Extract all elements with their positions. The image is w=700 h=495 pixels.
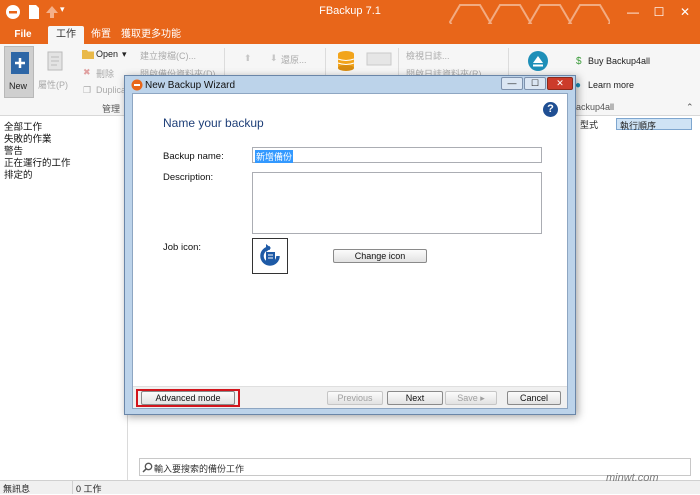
view-log-button[interactable]: 檢視日誌... — [406, 49, 450, 62]
tab-jobs[interactable]: 工作 — [48, 26, 84, 44]
advanced-mode-button[interactable]: Advanced mode — [141, 391, 235, 405]
database-icon — [337, 51, 355, 71]
watermark: minwt.com — [606, 472, 659, 484]
restore-icon: ⬇ — [270, 53, 278, 63]
open-folder-icon — [82, 50, 94, 59]
backup-name-value: 新增備份 — [255, 150, 294, 163]
dialog-footer: Advanced mode Previous Next Save ▸ Cance… — [133, 386, 567, 408]
backup-name-field[interactable]: 新增備份 — [252, 147, 542, 163]
help-icon[interactable]: ? — [543, 102, 558, 117]
create-catalog-button[interactable]: 建立搜檔(C)... — [140, 49, 196, 62]
buy-backup4all-button[interactable]: Buy Backup4all — [588, 56, 650, 66]
properties-icon — [47, 51, 63, 71]
dialog-heading: Name your backup — [163, 116, 264, 130]
search-input[interactable]: 輸入要搜索的備份工作 — [154, 462, 244, 475]
filter-scheduled[interactable]: 排定的 — [4, 167, 33, 181]
properties-button[interactable]: 屬性(P) — [38, 78, 68, 91]
cancel-button[interactable]: Cancel — [507, 391, 561, 405]
job-icon-label: Job icon: — [163, 242, 202, 253]
collapse-ribbon-icon[interactable]: ⌃ — [686, 102, 694, 113]
delete-button[interactable]: 刪除 — [96, 67, 114, 80]
description-label: Description: — [163, 172, 214, 183]
duplicate-icon: ❐ — [83, 85, 92, 95]
column-header-order[interactable]: 執行順序 — [616, 118, 692, 131]
dialog-minimize-button[interactable]: — — [501, 77, 523, 90]
backup-job-icon — [260, 244, 280, 266]
tab-file[interactable]: File — [6, 26, 40, 44]
backup4all-group-label: Backup4all — [570, 102, 615, 112]
job-icon-preview — [252, 238, 288, 274]
wizard-app-icon — [131, 79, 143, 91]
new-backup-button[interactable]: New — [4, 46, 34, 98]
maximize-button[interactable]: ☐ — [646, 2, 672, 22]
save-button[interactable]: Save ▸ — [445, 391, 497, 405]
new-backup-wizard-dialog: New Backup Wizard — ☐ ✕ Name your backup… — [124, 75, 576, 415]
window-title: FBackup 7.1 — [319, 5, 381, 17]
close-button[interactable]: ✕ — [672, 2, 698, 22]
backup4all-logo-icon — [528, 51, 548, 71]
ribbon-tabs: File 工作 佈置 獲取更多功能 — [0, 24, 700, 44]
change-icon-button[interactable]: Change icon — [333, 249, 427, 263]
previous-button[interactable]: Previous — [327, 391, 383, 405]
backup-drive-icon — [366, 52, 392, 66]
save-arrow-icon: ▸ — [480, 393, 485, 403]
open-dropdown-icon[interactable]: ▾ — [122, 49, 127, 60]
start-backup-icon: ⬆ — [244, 53, 252, 63]
job-filter-panel: 全部工作 失敗的作業 警告 正在運行的工作 排定的 — [0, 117, 128, 480]
buy-dollar-icon: $ — [576, 56, 582, 67]
status-divider — [72, 481, 73, 494]
minimize-button[interactable]: — — [620, 2, 646, 22]
status-job-count: 0 工作 — [76, 484, 102, 494]
backup-name-label: Backup name: — [163, 151, 224, 162]
manage-group-label: 管理 — [102, 104, 121, 114]
search-icon — [142, 462, 153, 473]
tab-layout[interactable]: 佈置 — [86, 26, 116, 44]
restore-button[interactable]: 還原... — [281, 53, 307, 66]
new-backup-icon — [11, 52, 29, 74]
dialog-maximize-button[interactable]: ☐ — [524, 77, 546, 90]
description-field[interactable] — [252, 172, 542, 234]
app-title-bar: ▾ FBackup 7.1 — ☐ ✕ — [0, 0, 700, 70]
next-button[interactable]: Next — [387, 391, 443, 405]
column-header-type[interactable]: 型式 — [580, 118, 610, 130]
open-button[interactable]: Open — [96, 49, 118, 59]
dialog-body: Name your backup ? Backup name: 新增備份 Des… — [132, 93, 568, 409]
dialog-close-button[interactable]: ✕ — [547, 77, 573, 90]
save-button-label: Save — [457, 393, 478, 403]
delete-icon: ✖ — [83, 67, 91, 77]
duplicate-button[interactable]: Duplica — [96, 85, 126, 95]
dialog-title: New Backup Wizard — [145, 80, 236, 91]
new-label: New — [9, 81, 28, 91]
tab-get-more-features[interactable]: 獲取更多功能 — [120, 26, 182, 44]
status-bar: 無訊息 0 工作 — [0, 480, 700, 494]
learn-more-button[interactable]: Learn more — [588, 80, 634, 90]
status-message: 無訊息 — [3, 484, 31, 494]
